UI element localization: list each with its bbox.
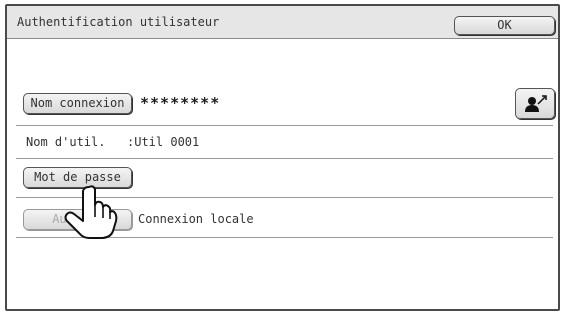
divider <box>16 158 553 159</box>
user-select-icon <box>525 95 547 112</box>
title-bar: Authentification utilisateur OK <box>7 6 558 39</box>
ok-button[interactable]: OK <box>454 16 555 35</box>
auth-method-value: Connexion locale <box>138 212 254 226</box>
hand-pointer-icon <box>64 185 118 239</box>
user-name-value: :Util 0001 <box>127 135 200 149</box>
user-select-button[interactable] <box>515 88 555 119</box>
login-name-value: ******** <box>140 94 221 112</box>
user-name-label: Nom d'util. <box>26 135 106 149</box>
dialog-title: Authentification utilisateur <box>17 15 220 29</box>
auth-dialog: Authentification utilisateur OK Nom conn… <box>5 4 560 311</box>
divider <box>16 125 553 126</box>
login-name-button[interactable]: Nom connexion <box>23 93 132 114</box>
